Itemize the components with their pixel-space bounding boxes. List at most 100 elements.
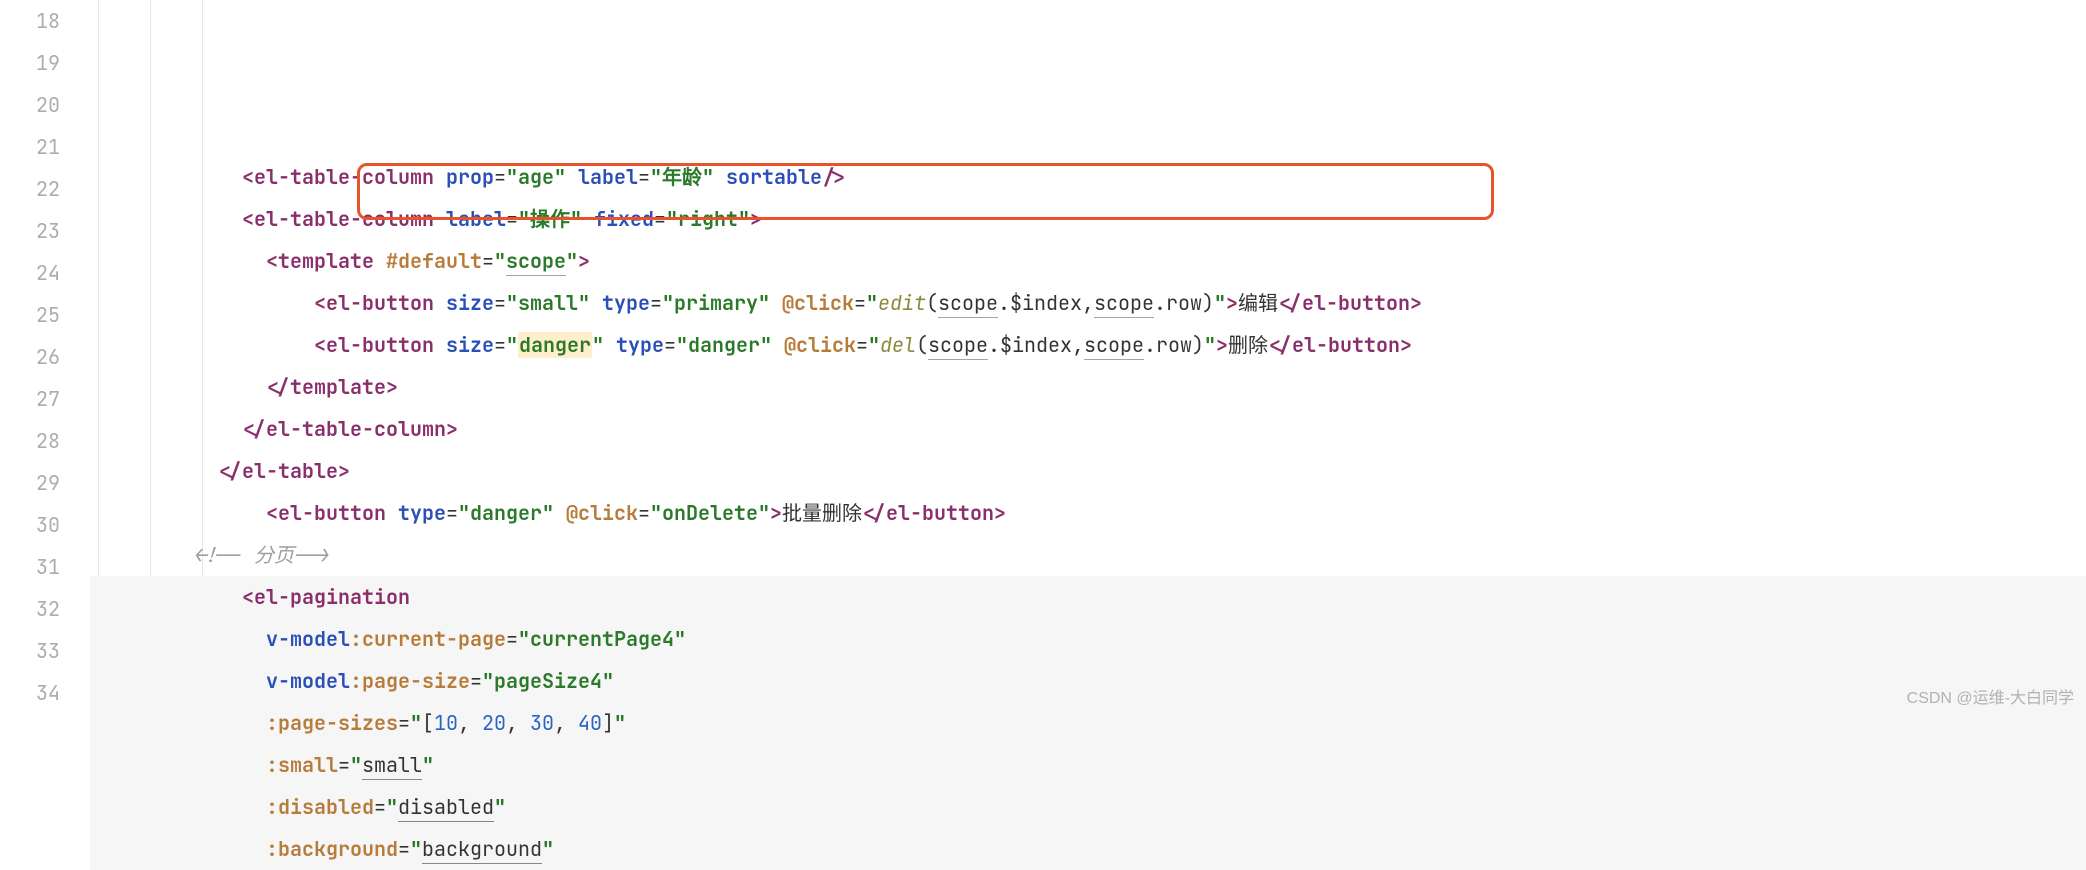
token: (: [926, 290, 938, 316]
line-number: 27: [0, 378, 60, 420]
line-number: 26: [0, 336, 60, 378]
code-line[interactable]: </el-table-column>: [90, 408, 2086, 450]
token: =: [494, 164, 506, 190]
token: ": [1214, 290, 1226, 316]
token: </el-button>: [1278, 290, 1422, 316]
code-line[interactable]: <el-button size="small" type="primary" @…: [90, 282, 2086, 324]
code-line[interactable]: <el-button type="danger" @click="onDelet…: [90, 492, 2086, 534]
token: </el-button>: [862, 500, 1006, 526]
code-line[interactable]: <el-table-column label="操作" fixed="right…: [90, 198, 2086, 240]
line-number: 25: [0, 294, 60, 336]
code-line[interactable]: :disabled="disabled": [90, 786, 2086, 828]
token: [604, 332, 616, 358]
line-number: 22: [0, 168, 60, 210]
line-number: 23: [0, 210, 60, 252]
token: (: [916, 332, 928, 358]
line-number: 33: [0, 630, 60, 672]
token: <el-button: [314, 290, 446, 316]
token: "age": [506, 164, 566, 190]
code-line[interactable]: <el-button size="danger" type="danger" @…: [90, 324, 2086, 366]
token: ": [386, 794, 398, 820]
code-line[interactable]: <el-table-column prop="age" label="年龄" s…: [90, 156, 2086, 198]
token: type: [398, 500, 446, 526]
token: "right": [666, 206, 750, 232]
token: <!-- 分页-->: [194, 542, 330, 568]
token: ": [868, 332, 880, 358]
token: </el-button>: [1268, 332, 1412, 358]
code-area[interactable]: <el-table-column prop="age" label="年龄" s…: [90, 0, 2086, 870]
token: </el-table-column>: [242, 416, 458, 442]
code-line[interactable]: :background="background": [90, 828, 2086, 870]
token: [714, 164, 726, 190]
token: ": [506, 332, 518, 358]
token: "danger": [676, 332, 772, 358]
token: prop: [446, 164, 494, 190]
token: />: [822, 164, 846, 190]
token: .$index,: [988, 332, 1084, 358]
token: "small": [506, 290, 590, 316]
token: <el-pagination: [242, 584, 410, 610]
code-line[interactable]: :page-sizes="[10, 20, 30, 40]": [90, 702, 2086, 744]
token: =: [856, 332, 868, 358]
token: 编辑: [1238, 290, 1278, 316]
token: :page-size: [350, 668, 470, 694]
code-line[interactable]: </el-table>: [90, 450, 2086, 492]
token: "danger": [458, 500, 554, 526]
code-line[interactable]: <!-- 分页-->: [90, 534, 2086, 576]
token: scope: [506, 248, 566, 276]
token: "pageSize4": [482, 668, 614, 694]
watermark-text: CSDN @运维-大白同学: [1907, 684, 2074, 708]
code-line[interactable]: :small="small": [90, 744, 2086, 786]
token: ": [566, 248, 578, 274]
line-number: 24: [0, 252, 60, 294]
line-number-gutter: 1819202122232425262728293031323334: [0, 0, 90, 870]
code-line[interactable]: </template>: [90, 366, 2086, 408]
token: >: [1216, 332, 1228, 358]
token: @click: [784, 332, 856, 358]
code-line[interactable]: v-model:page-size="pageSize4": [90, 660, 2086, 702]
token: =: [482, 248, 494, 274]
token: </template>: [266, 374, 398, 400]
token: scope: [1094, 290, 1154, 318]
token: .row): [1144, 332, 1204, 358]
code-editor[interactable]: 1819202122232425262728293031323334 <el-t…: [0, 0, 2086, 870]
token: [770, 290, 782, 316]
token: =: [506, 206, 518, 232]
token: =: [494, 290, 506, 316]
token: 删除: [1228, 332, 1268, 358]
token: fixed: [594, 206, 654, 232]
token: sortable: [726, 164, 822, 190]
token: >: [770, 500, 782, 526]
token: v-model: [266, 626, 350, 652]
token: ": [422, 752, 434, 778]
token: "操作": [518, 206, 582, 232]
token: background: [422, 836, 542, 864]
code-line[interactable]: <template #default="scope">: [90, 240, 2086, 282]
token: "currentPage4": [518, 626, 686, 652]
token: type: [616, 332, 664, 358]
line-number: 34: [0, 672, 60, 714]
line-number: 21: [0, 126, 60, 168]
token: >: [1226, 290, 1238, 316]
token: [554, 500, 566, 526]
token: <el-button: [266, 500, 398, 526]
token: v-model: [266, 668, 350, 694]
token: =: [638, 500, 650, 526]
token: =: [650, 290, 662, 316]
token: =: [398, 836, 410, 862]
token: label: [446, 206, 506, 232]
code-line[interactable]: <el-pagination: [90, 576, 2086, 618]
token: #default: [386, 248, 482, 274]
token: ": [1204, 332, 1216, 358]
token: =: [506, 626, 518, 652]
token: del: [880, 332, 916, 358]
line-number: 18: [0, 0, 60, 42]
line-number: 31: [0, 546, 60, 588]
token: label: [578, 164, 638, 190]
code-line[interactable]: v-model:current-page="currentPage4": [90, 618, 2086, 660]
token: :small: [266, 752, 338, 778]
line-number: 20: [0, 84, 60, 126]
token: "primary": [662, 290, 770, 316]
token: [772, 332, 784, 358]
token: ": [542, 836, 554, 862]
